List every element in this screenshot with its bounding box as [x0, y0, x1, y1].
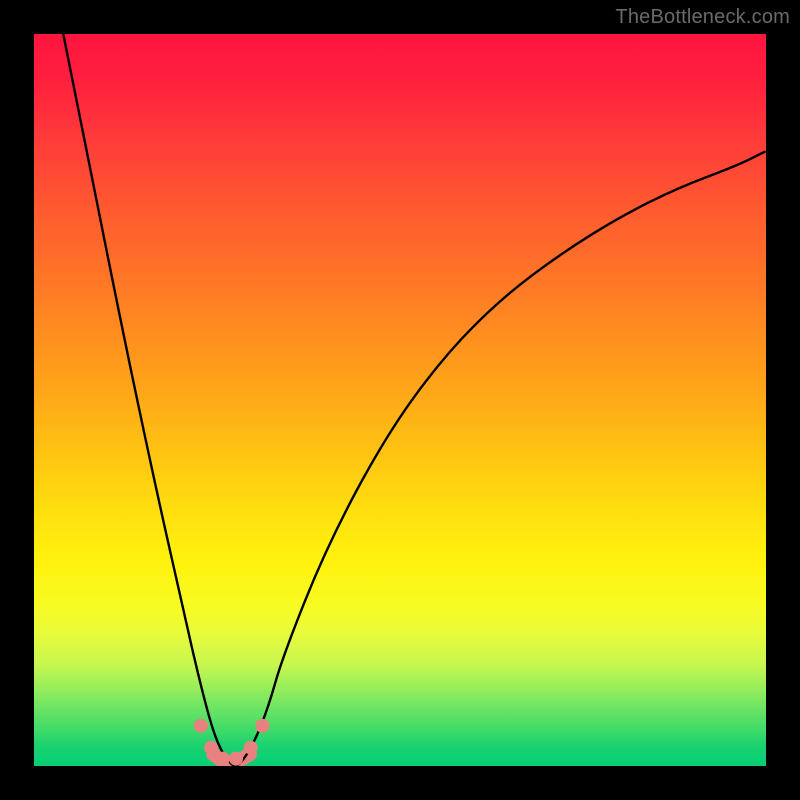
chart-overlay — [34, 34, 766, 766]
highlight-point — [255, 719, 269, 733]
plot-area — [34, 34, 766, 766]
bottleneck-curve — [63, 34, 766, 766]
highlight-point — [204, 741, 218, 755]
highlight-points — [194, 719, 269, 766]
watermark-text: TheBottleneck.com — [615, 6, 790, 29]
highlight-point — [216, 752, 230, 766]
highlight-point — [229, 752, 243, 766]
chart-frame: TheBottleneck.com — [0, 0, 800, 800]
highlight-point — [244, 741, 258, 755]
highlight-point — [194, 719, 208, 733]
